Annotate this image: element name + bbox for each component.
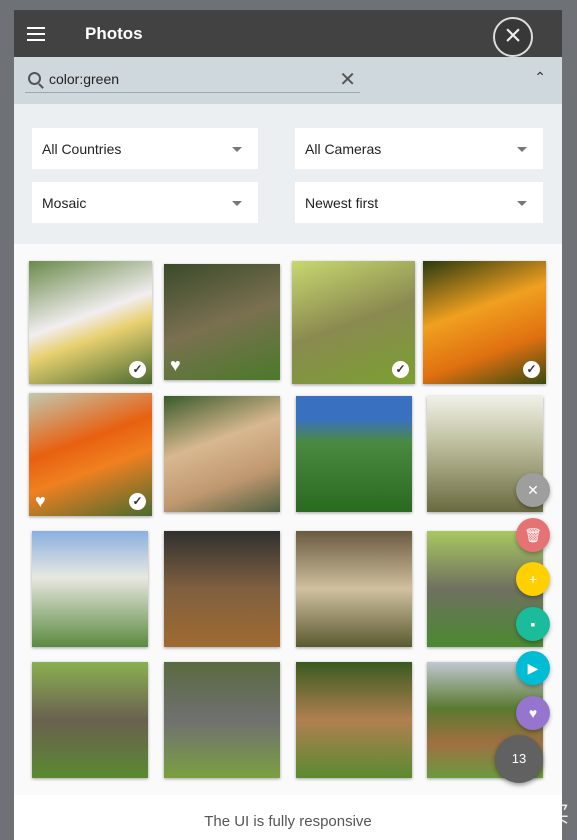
camera-value: All Cameras <box>305 141 382 157</box>
heart-icon: ♥ <box>528 704 538 721</box>
photo-tile[interactable] <box>296 531 412 647</box>
add-to-album-button[interactable]: + <box>516 562 550 596</box>
page-title: Photos <box>85 23 143 43</box>
folder-add-icon: + <box>528 571 538 587</box>
photo-grid: ✓ ♥ ✓ ✓ ✓ ♥ <box>14 244 562 785</box>
label-icon: ▶ <box>527 660 539 676</box>
trash-icon: 🗑 <box>524 526 542 543</box>
search-input[interactable]: color:green ✕ <box>25 65 360 93</box>
check-icon[interactable]: ✓ <box>129 493 146 510</box>
view-value: Mosaic <box>42 195 87 211</box>
footer-text: The UI is fully responsive <box>204 813 372 830</box>
view-select[interactable]: Mosaic <box>32 182 258 223</box>
check-icon[interactable]: ✓ <box>523 361 540 378</box>
label-button[interactable]: ▶ <box>516 651 550 685</box>
search-value[interactable]: color:green <box>49 71 119 87</box>
sort-value: Newest first <box>305 195 379 211</box>
photo-tile[interactable] <box>296 396 412 512</box>
country-value: All Countries <box>42 141 122 157</box>
dropdown-arrow-icon <box>517 147 527 157</box>
photo-tile[interactable] <box>32 531 148 647</box>
download-button[interactable]: ▪ <box>516 606 550 641</box>
app-header: Photos <box>14 10 562 57</box>
dropdown-arrow-icon <box>232 201 242 211</box>
photo-tile[interactable]: ✓ <box>292 261 415 384</box>
clear-selection-button[interactable]: ✕ <box>516 473 550 507</box>
chevron-up-icon[interactable]: ⌃ <box>534 69 546 86</box>
camera-select[interactable]: All Cameras <box>295 128 543 169</box>
photo-tile[interactable] <box>164 662 280 778</box>
favorite-button[interactable]: ♥ <box>516 695 550 730</box>
photo-tile[interactable] <box>164 396 280 512</box>
close-icon[interactable]: × <box>493 17 533 57</box>
sort-select[interactable]: Newest first <box>295 182 543 223</box>
photo-tile[interactable]: ✓ <box>29 261 152 384</box>
search-bar: color:green ✕ ⌃ <box>14 57 562 104</box>
save-icon: ▪ <box>530 615 536 632</box>
hamburger-icon[interactable] <box>27 26 45 41</box>
search-icon <box>28 72 41 85</box>
watermark: 值 什么值得买 <box>430 802 569 827</box>
check-icon[interactable]: ✓ <box>129 361 146 378</box>
selection-count-button[interactable]: 13 <box>495 735 543 783</box>
photo-tile[interactable] <box>296 662 412 778</box>
photo-tile[interactable]: ♥ <box>164 264 280 380</box>
heart-icon[interactable]: ♥ <box>35 492 46 510</box>
country-select[interactable]: All Countries <box>32 128 258 169</box>
photos-app: Photos color:green ✕ ⌃ All Countries All… <box>14 10 562 840</box>
close-icon: ✕ <box>527 482 539 498</box>
clear-icon[interactable]: ✕ <box>339 67 356 92</box>
photo-tile[interactable] <box>164 531 280 647</box>
delete-button[interactable]: 🗑 <box>516 517 550 552</box>
photo-tile[interactable]: ✓ ♥ <box>29 393 152 516</box>
dropdown-arrow-icon <box>517 201 527 211</box>
photo-tile[interactable]: ✓ <box>423 261 546 384</box>
heart-icon[interactable]: ♥ <box>170 356 181 374</box>
dropdown-arrow-icon <box>232 147 242 157</box>
photo-tile[interactable] <box>32 662 148 778</box>
check-icon[interactable]: ✓ <box>392 361 409 378</box>
filters-panel: All Countries All Cameras Mosaic Newest … <box>14 104 562 244</box>
